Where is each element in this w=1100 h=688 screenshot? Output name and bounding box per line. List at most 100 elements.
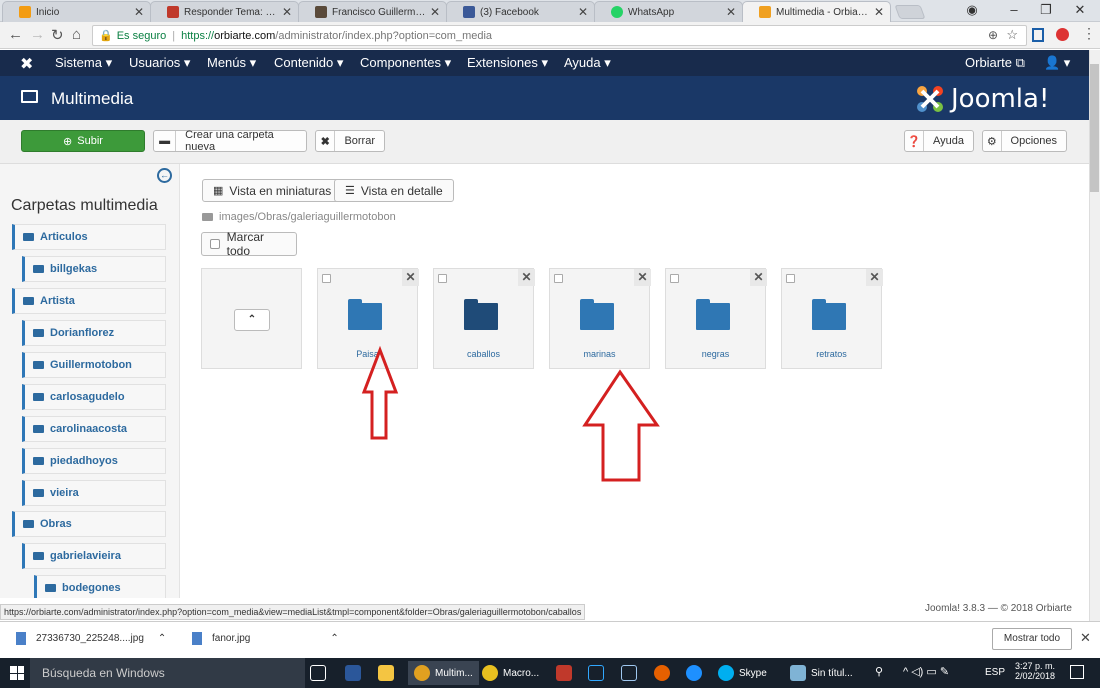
sidebar-folder-item[interactable]: vieira — [22, 480, 166, 506]
sidebar-folder-item[interactable]: Obras — [12, 511, 166, 537]
browser-tab[interactable]: Francisco Guillermo Tobó ✕ — [298, 1, 447, 22]
back-icon[interactable]: ← — [8, 26, 23, 43]
windows-start-icon[interactable] — [10, 666, 24, 680]
folder-tile[interactable]: ✕ negras — [665, 268, 767, 369]
menu-dots-icon[interactable]: ⋮ — [1082, 25, 1096, 42]
reload-icon[interactable]: ↻ — [51, 26, 64, 44]
new-tab-button[interactable] — [894, 5, 926, 19]
menu-sistema[interactable]: Sistema ▾ — [55, 55, 112, 71]
folder-name[interactable]: Paisa — [318, 349, 417, 359]
folder-up-tile[interactable]: ⌃ — [201, 268, 302, 369]
notifications-icon[interactable] — [1070, 665, 1084, 679]
chevron-up-icon[interactable]: ⌃ — [330, 633, 338, 644]
sidebar-folder-item[interactable]: carolinaacosta — [22, 416, 166, 442]
sidebar-folder-item[interactable]: Articulos — [12, 224, 166, 250]
home-icon[interactable]: ⌂ — [72, 26, 81, 43]
extension-icon[interactable] — [1056, 28, 1069, 41]
firefox-icon[interactable] — [654, 661, 675, 685]
browser-tab[interactable]: Responder Tema: Modul ✕ — [150, 1, 299, 22]
sidebar-folder-item[interactable]: billgekas — [22, 256, 166, 282]
clock[interactable]: 3:27 p. m. 2/02/2018 — [1013, 661, 1057, 681]
language-indicator[interactable]: ESP — [985, 667, 1005, 678]
menu-ayuda[interactable]: Ayuda ▾ — [564, 55, 611, 71]
folder-name[interactable]: negras — [666, 349, 765, 359]
app-icon[interactable] — [556, 661, 577, 685]
show-all-downloads-button[interactable]: Mostrar todo — [992, 628, 1072, 650]
task-view-icon[interactable] — [310, 661, 331, 685]
menu-contenido[interactable]: Contenido ▾ — [274, 55, 343, 71]
lightroom-icon[interactable] — [621, 661, 642, 685]
delete-folder-icon[interactable]: ✕ — [634, 269, 651, 286]
browser-tab[interactable]: (3) Facebook ✕ — [446, 1, 595, 22]
profile-icon[interactable]: ◉ — [962, 2, 982, 18]
close-downloads-icon[interactable]: ✕ — [1080, 630, 1091, 646]
sidebar-folder-item[interactable]: piedadhoyos — [22, 448, 166, 474]
people-icon[interactable]: ⚲ — [875, 665, 883, 678]
select-all-button[interactable]: Marcar todo — [201, 230, 297, 258]
sidebar-folder-item[interactable]: gabrielavieira — [22, 543, 166, 569]
delete-folder-icon[interactable]: ✕ — [518, 269, 535, 286]
sidebar-folder-item[interactable]: bodegones — [34, 575, 166, 598]
restore-icon[interactable]: ❐ — [1036, 2, 1056, 18]
taskbar-search[interactable]: Búsqueda en Windows — [30, 658, 305, 688]
sidebar-folder-item[interactable]: Guillermotobon — [22, 352, 166, 378]
close-icon[interactable]: ✕ — [134, 5, 144, 19]
close-icon[interactable]: ✕ — [282, 5, 292, 19]
url-field[interactable]: 🔒 Es seguro | https://orbiarte.com/admin… — [92, 25, 1027, 46]
menu-menus[interactable]: Menús ▾ — [207, 55, 256, 71]
close-window-icon[interactable]: ✕ — [1070, 2, 1090, 18]
edge-icon[interactable] — [686, 661, 707, 685]
delete-folder-icon[interactable]: ✕ — [750, 269, 767, 286]
taskbar-app-chrome[interactable]: Multim... — [408, 661, 479, 685]
user-menu-icon[interactable]: 👤 ▾ — [1044, 55, 1070, 71]
taskbar-app-skype[interactable]: Skype — [718, 661, 767, 685]
folder-checkbox[interactable] — [670, 274, 679, 283]
chevron-up-icon[interactable]: ⌃ — [158, 633, 166, 644]
folder-tile[interactable]: ✕ marinas — [549, 268, 651, 369]
tray-icons[interactable]: ^ ◁) ▭ ✎ — [903, 665, 949, 678]
close-icon[interactable]: ✕ — [874, 5, 884, 19]
browser-tab[interactable]: WhatsApp ✕ — [594, 1, 743, 22]
folder-checkbox[interactable] — [554, 274, 563, 283]
minimize-icon[interactable]: – — [1004, 2, 1024, 17]
folder-tile[interactable]: ✕ Paisa — [317, 268, 419, 369]
delete-folder-icon[interactable]: ✕ — [866, 269, 883, 286]
close-icon[interactable]: ✕ — [726, 5, 736, 19]
photoshop-icon[interactable] — [588, 661, 609, 685]
taskbar-app-notepad[interactable]: Sin títul... — [790, 661, 853, 685]
help-button[interactable]: ❓ Ayuda — [904, 130, 974, 152]
folder-tile[interactable]: ✕ caballos — [433, 268, 535, 369]
browser-tab-active[interactable]: Multimedia - Orbiarte - A ✕ — [742, 1, 891, 22]
folder-tile[interactable]: ✕ retratos — [781, 268, 883, 369]
folder-checkbox[interactable] — [786, 274, 795, 283]
delete-folder-icon[interactable]: ✕ — [402, 269, 419, 286]
folder-checkbox[interactable] — [322, 274, 331, 283]
close-icon[interactable]: ✕ — [578, 5, 588, 19]
browser-tab[interactable]: Inicio ✕ — [2, 1, 151, 22]
taskbar-app-macro[interactable]: Macro... — [482, 661, 539, 685]
sidebar-folder-item[interactable]: Dorianflorez — [22, 320, 166, 346]
upload-button[interactable]: ⊕ Subir — [21, 130, 145, 152]
download-item[interactable]: 27336730_225248....jpg ⌃ — [16, 632, 166, 645]
thumbnail-view-button[interactable]: ▦ Vista en miniaturas — [202, 179, 343, 202]
scrollbar-thumb[interactable] — [1090, 64, 1099, 192]
word-icon[interactable] — [345, 661, 366, 685]
joomla-menu-icon[interactable]: ✖ — [20, 54, 33, 74]
menu-extensiones[interactable]: Extensiones ▾ — [467, 55, 548, 71]
chevron-up-icon[interactable]: ⌃ — [234, 309, 270, 331]
delete-button[interactable]: ✖ Borrar — [315, 130, 385, 152]
download-item[interactable]: fanor.jpg ⌃ — [192, 632, 339, 645]
menu-componentes[interactable]: Componentes ▾ — [360, 55, 451, 71]
menu-usuarios[interactable]: Usuarios ▾ — [129, 55, 190, 71]
forward-icon[interactable]: → — [30, 26, 45, 43]
collapse-sidebar-icon[interactable]: ← — [157, 168, 172, 183]
folder-name[interactable]: marinas — [550, 349, 649, 359]
options-button[interactable]: ⚙ Opciones — [982, 130, 1067, 152]
detail-view-button[interactable]: ☰ Vista en detalle — [334, 179, 454, 202]
new-folder-button[interactable]: ▬ Crear una carpeta nueva — [153, 129, 307, 153]
folder-name[interactable]: caballos — [434, 349, 533, 359]
bookmark-star-icon[interactable]: ☆ — [1006, 27, 1018, 43]
sidebar-folder-item[interactable]: Artista — [12, 288, 166, 314]
close-icon[interactable]: ✕ — [430, 5, 440, 19]
file-explorer-icon[interactable] — [378, 661, 399, 685]
